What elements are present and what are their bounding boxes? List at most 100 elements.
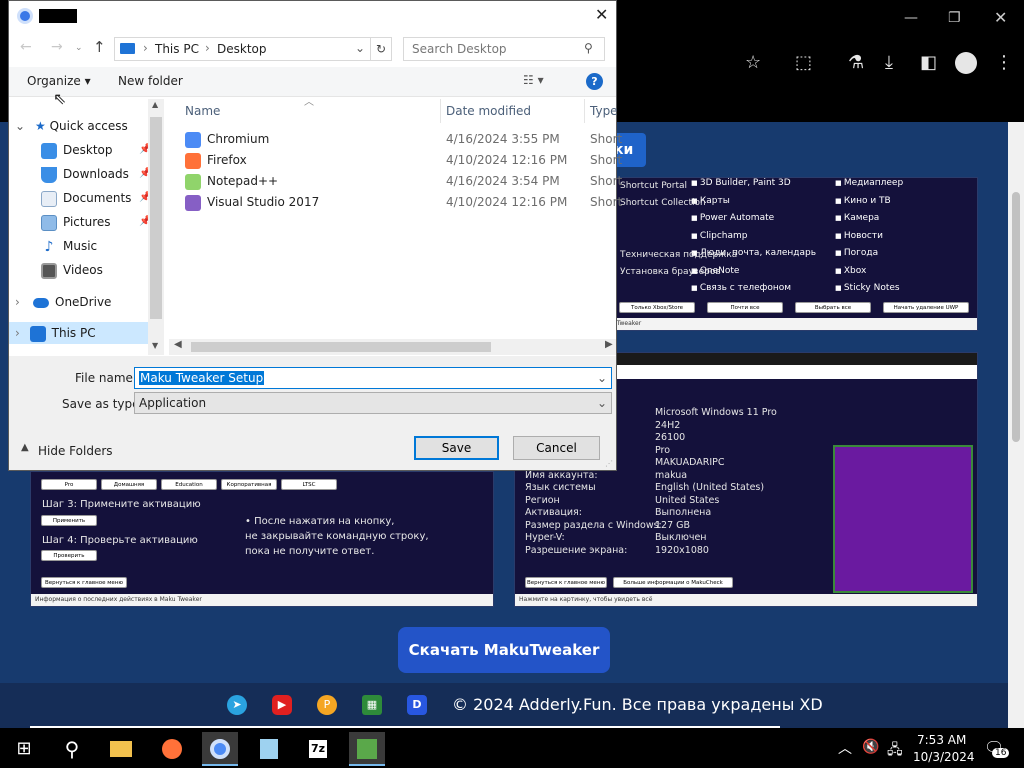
organize-button[interactable]: Organize ▾ [27,74,91,88]
help-icon[interactable]: ? [586,73,603,90]
start-icon[interactable]: ⊞ [6,732,42,766]
page-scrollbar[interactable] [1008,122,1024,728]
notepad-icon[interactable] [251,732,287,766]
labs-icon[interactable]: ⚗ [848,52,864,73]
file-row[interactable]: Notepad++ 4/16/2024 3:54 PM Short [185,171,625,192]
column-type[interactable]: Type [590,99,618,123]
card-caption: Информация о последних действиях в Maku … [31,594,493,606]
hide-folders-button[interactable]: Hide Folders [38,444,113,458]
clock-time[interactable]: 7:53 AM [917,733,966,747]
type-select[interactable]: Application ⌄ [134,392,612,414]
breadcrumb-thispc[interactable]: This PC [155,42,199,56]
column-date[interactable]: Date modified [446,99,531,123]
chromium-icon [17,8,33,24]
forward-arrow-icon[interactable]: → [51,39,63,55]
uwp-item: Карты [691,196,816,214]
pc-icon [29,325,46,342]
resize-grip-icon[interactable]: ⋰ [605,459,613,468]
filename-input[interactable]: Maku Tweaker Setup ⌄ [134,367,612,389]
chevron-right-icon[interactable]: › [15,291,20,313]
d-logo-icon[interactable]: D [407,695,427,715]
file-hscrollbar[interactable]: ◀ ▶ [169,339,616,355]
up-arrow-icon[interactable]: ↑ [93,38,106,56]
file-explorer-icon[interactable] [103,732,139,766]
tree-desktop[interactable]: Desktop [41,139,113,161]
activation-screenshot-card[interactable]: Pro Домашняя Education Корпоративная LTS… [30,471,494,607]
uwp-item: Sticky Notes [835,283,903,301]
scroll-down-icon[interactable]: ▼ [152,341,158,350]
restore-icon[interactable]: ❐ [948,10,961,26]
chromium-icon[interactable] [202,732,238,766]
nav-scrollbar[interactable] [148,99,164,355]
cancel-button[interactable]: Cancel [513,436,600,460]
view-options-icon[interactable]: ☷ ▾ [523,73,544,87]
note-line: • После нажатия на кнопку, [245,516,395,527]
dialog-close-icon[interactable]: ✕ [595,5,608,24]
tree-downloads[interactable]: Downloads [41,163,129,185]
column-name[interactable]: Name [185,99,220,123]
edition-button: Корпоративная [221,479,277,490]
makucheck-window [833,445,973,593]
close-window-icon[interactable]: ✕ [994,8,1007,27]
card-caption: Нажмите на картинку, чтобы увидеть всё [515,594,977,606]
search-icon[interactable]: ⚲ [54,732,90,766]
boosty-icon[interactable]: P [317,695,337,715]
minimize-icon[interactable]: — [904,10,918,26]
file-row[interactable]: Chromium 4/16/2024 3:55 PM Short [185,129,625,150]
filename-label: File name: [75,371,137,385]
sort-up-icon: ︿ [304,97,314,108]
visual-studio-icon [185,195,201,211]
telegram-icon[interactable]: ➤ [227,695,247,715]
tree-music[interactable]: ♪ Music [41,235,98,257]
scroll-right-icon: ▶ [605,339,613,350]
7zip-icon[interactable]: 7z [300,732,336,766]
breadcrumb-desktop[interactable]: Desktop [217,42,267,56]
scroll-up-icon[interactable]: ▲ [152,100,158,109]
edition-button: LTSC [281,479,337,490]
network-icon[interactable]: 🖧 [887,739,903,763]
file-row[interactable]: Firefox 4/10/2024 12:16 PM Short [185,150,625,171]
new-folder-button[interactable]: New folder [118,74,183,88]
volume-muted-icon[interactable]: 🔇 [862,739,879,755]
chevron-down-icon[interactable]: ⌄ [15,115,25,137]
tree-pictures[interactable]: Pictures [41,211,111,233]
edition-button: Домашняя [101,479,157,490]
extensions-icon[interactable]: ⬚ [795,52,812,73]
bookmark-star-icon[interactable]: ☆ [745,52,761,73]
youtube-icon[interactable]: ▶ [272,695,292,715]
chevron-down-icon: ⌄ [596,396,607,410]
copyright-text: © 2024 Adderly.Fun. Все права украдены X… [452,695,823,714]
recent-dropdown-icon[interactable]: ⌄ [75,43,83,53]
download-button[interactable]: Скачать MakuTweaker [398,627,610,673]
tree-thispc[interactable]: › This PC [9,322,149,344]
search-input[interactable]: Search Desktop ⚲ [403,37,605,61]
back-button: Вернуться к главное меню [41,577,127,588]
refresh-icon[interactable]: ↻ [370,37,392,61]
clock-date[interactable]: 10/3/2024 [913,750,975,764]
mini-button: Выбрать все [795,302,871,313]
download-icon[interactable]: ⤓ [885,52,893,73]
profile-icon[interactable] [955,52,977,74]
documents-icon [41,190,57,207]
type-value: Application [139,396,207,410]
mini-button: Почти все [707,302,783,313]
chevron-up-icon[interactable]: ▲ [21,442,29,453]
installer-icon[interactable] [349,732,385,766]
tree-onedrive[interactable]: OneDrive [33,291,111,313]
file-row[interactable]: Visual Studio 2017 4/10/2024 12:16 PM Shor… [185,192,625,213]
downloads-icon [41,166,57,183]
chevron-down-icon[interactable]: ⌄ [355,41,365,55]
breadcrumb[interactable]: › This PC › Desktop ⌄ [114,37,379,61]
tree-quick-access[interactable]: ★ Quick access [35,115,128,137]
desktop-folder-icon [41,142,57,159]
tree-videos[interactable]: Videos [41,259,103,281]
sidepanel-icon[interactable]: ◧ [920,52,937,73]
type-label: Save as type: [62,397,144,411]
menu-icon[interactable]: ⋮ [995,52,1013,73]
firefox-icon[interactable] [154,732,190,766]
spreadsheet-icon[interactable]: ▦ [362,695,382,715]
back-arrow-icon[interactable]: ← [20,39,32,55]
tree-documents[interactable]: Documents [41,187,131,209]
chevron-up-icon[interactable]: ︿ [838,738,852,758]
save-button[interactable]: Save [414,436,499,460]
